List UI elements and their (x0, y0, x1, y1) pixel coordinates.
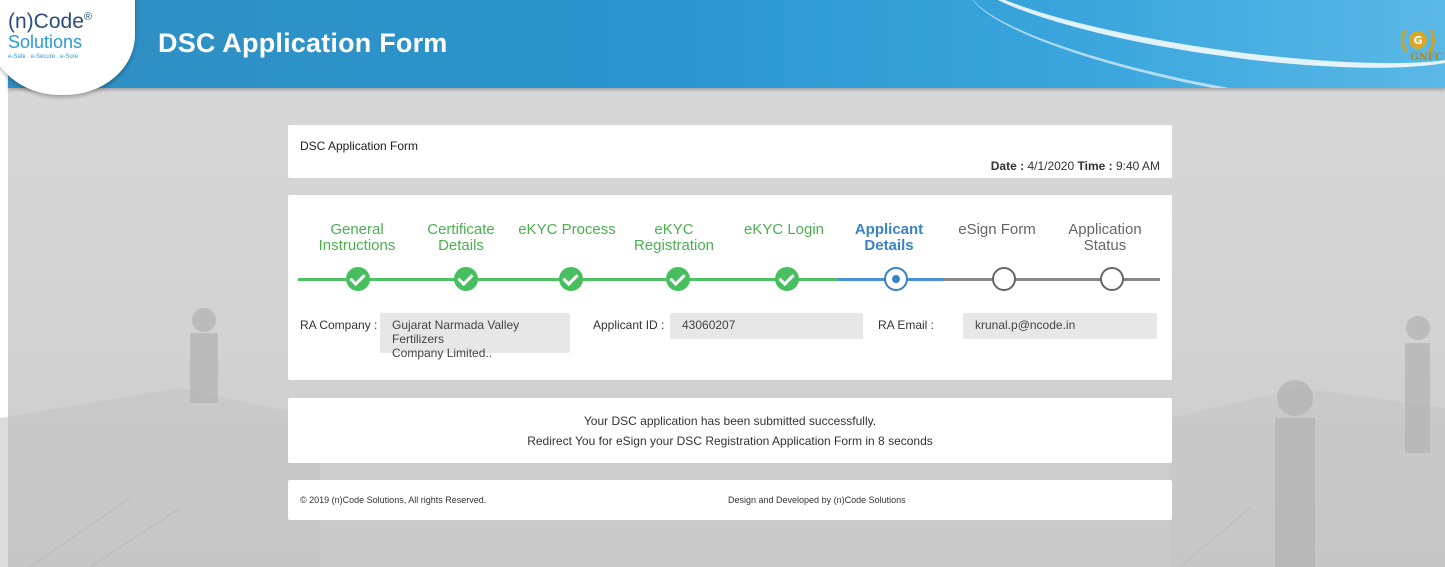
form-header-card: DSC Application Form Date : 4/1/2020 Tim… (288, 125, 1172, 178)
page-title: DSC Application Form (158, 28, 448, 58)
gnfc-logo-icon: G (1400, 29, 1436, 53)
logo-sub-text: Solutions (8, 32, 83, 52)
stepper-card: General Instructions Certificate Details e… (288, 195, 1172, 380)
logo-main-text: (n)Code® (8, 10, 92, 33)
success-message: Your DSC application has been submitted … (583, 414, 877, 428)
app-header: DSC Application Form G GNFC (8, 0, 1445, 88)
step-ekyc-process[interactable]: eKYC Process (512, 222, 622, 238)
applicant-id-field: 43060207 (670, 313, 863, 339)
step-certificate-details[interactable]: Certificate Details (406, 222, 516, 254)
ra-email-label: RA Email : (878, 318, 935, 332)
step-ekyc-registration[interactable]: eKYC Registration (619, 222, 729, 254)
applicant-id-label: Applicant ID : (593, 318, 665, 332)
status-message-card: Your DSC application has been submitted … (288, 398, 1172, 463)
step-pending-icon (1100, 267, 1124, 291)
step-application-status[interactable]: Application Status (1050, 222, 1160, 254)
time-value: 9:40 AM (1115, 159, 1160, 173)
progress-line-pending (943, 278, 1160, 281)
step-check-icon (666, 267, 690, 291)
redirect-message: Redirect You for eSign your DSC Registra… (527, 434, 933, 448)
step-check-icon (454, 267, 478, 291)
copyright-text: © 2019 (n)Code Solutions, All rights Res… (300, 495, 487, 505)
logo-tagline: e-Safe . e-Secure . e-Sure (8, 54, 79, 60)
step-ekyc-login[interactable]: eKYC Login (729, 222, 839, 238)
date-time: Date : 4/1/2020 Time : 9:40 AM (990, 159, 1160, 173)
ra-company-label: RA Company : (300, 318, 378, 332)
step-applicant-details[interactable]: Applicant Details (834, 222, 944, 254)
footer-card: © 2019 (n)Code Solutions, All rights Res… (288, 480, 1172, 520)
step-current-icon (884, 267, 908, 291)
step-check-icon (775, 267, 799, 291)
step-check-icon (559, 267, 583, 291)
date-value: 4/1/2020 (1027, 159, 1075, 173)
step-check-icon (346, 267, 370, 291)
step-esign-form[interactable]: eSign Form (942, 222, 1052, 238)
developer-credit: Design and Developed by (n)Code Solution… (728, 495, 906, 505)
ra-email-field: krunal.p@ncode.in (963, 313, 1157, 339)
gnfc-logo-letter: G (1413, 34, 1422, 47)
step-pending-icon (992, 267, 1016, 291)
header-swoosh-thin (959, 0, 1445, 88)
ra-company-field: Gujarat Narmada Valley Fertilizers Compan… (380, 313, 570, 360)
step-general-instructions[interactable]: General Instructions (302, 222, 412, 254)
form-title: DSC Application Form (300, 139, 419, 153)
ncode-logo[interactable]: (n)Code® Solutions e-Safe . e-Secure . e… (8, 6, 92, 61)
